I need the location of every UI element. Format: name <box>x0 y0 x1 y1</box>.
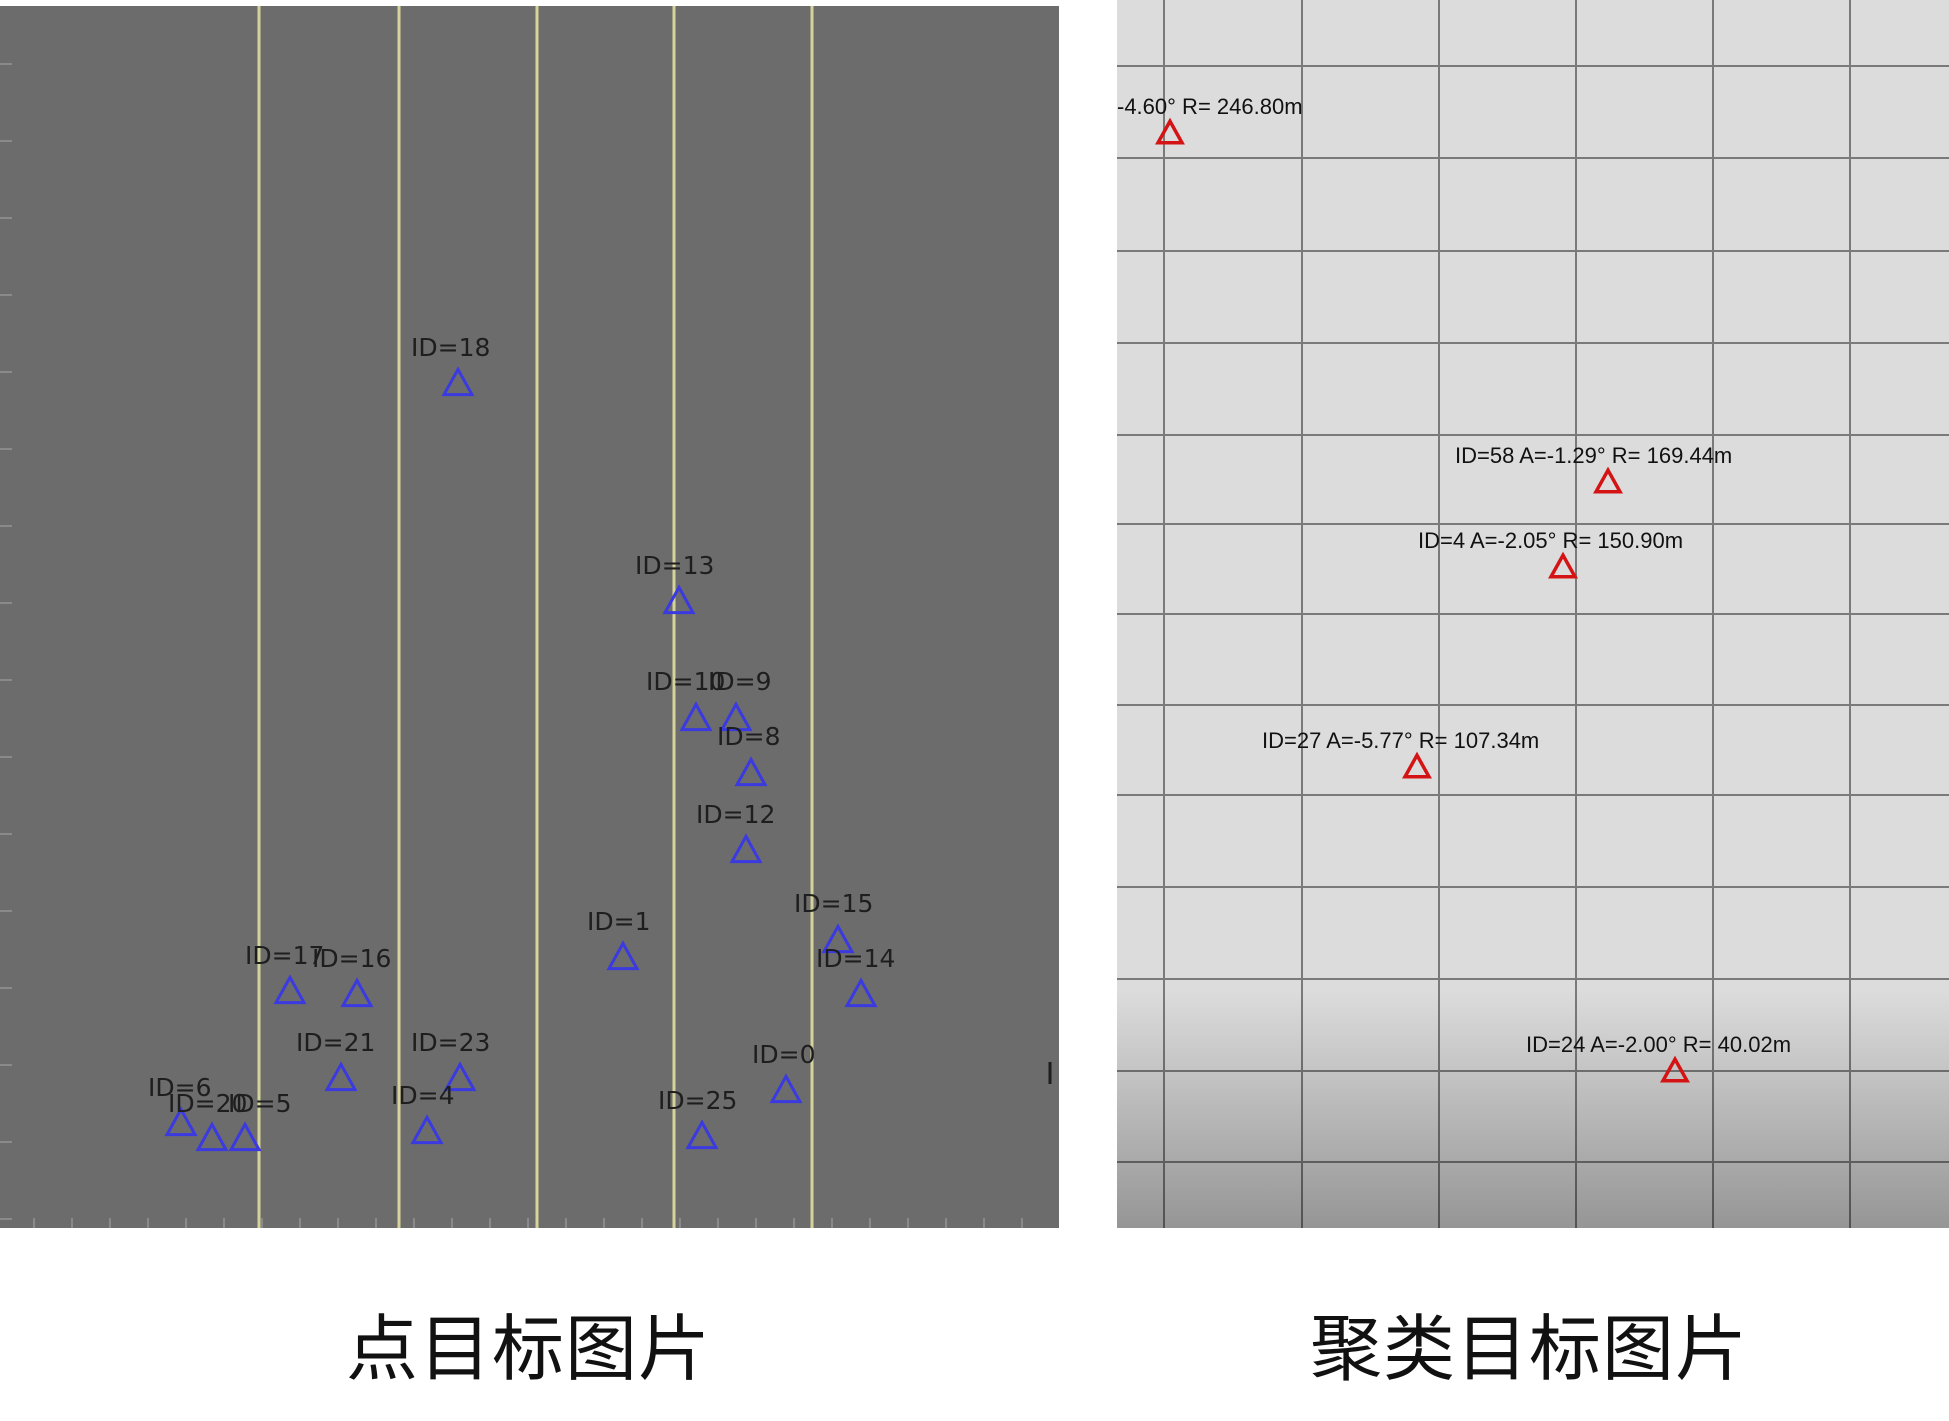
point-target-marker <box>734 756 768 787</box>
point-target-marker <box>662 584 696 615</box>
cluster-target-label: ID=58 A=-1.29° R= 169.44m <box>1455 443 1732 468</box>
cluster-target-marker <box>1402 751 1432 779</box>
point-target-label: ID=21 <box>296 1028 375 1057</box>
point-target-label: ID=0 <box>752 1040 815 1069</box>
point-target-marker <box>679 701 713 732</box>
cluster-target-plot: -4.60° R= 246.80m ID=58 A=-1.29° R= 169.4… <box>1117 0 1949 1228</box>
point-target-marker <box>324 1061 358 1092</box>
cluster-target-caption: 聚类目标图片 <box>1310 1307 1749 1391</box>
point-target-label: ID=14 <box>816 944 895 973</box>
point-target-label: ID=13 <box>635 551 714 580</box>
point-target-marker <box>441 366 475 397</box>
cluster-target-marker <box>1593 466 1623 494</box>
point-target-marker <box>844 977 878 1008</box>
point-target-label: ID=18 <box>411 333 490 362</box>
point-target-marker <box>685 1119 719 1150</box>
cluster-target-label: ID=24 A=-2.00° R= 40.02m <box>1526 1032 1791 1057</box>
point-target-label: ID=8 <box>717 722 780 751</box>
point-target-label: ID=16 <box>312 944 391 973</box>
point-target-label: ID=15 <box>794 889 873 918</box>
point-target-label: ID=4 <box>391 1081 454 1110</box>
bottom-shade <box>1117 990 1949 1228</box>
cluster-target-marker <box>1548 551 1578 579</box>
point-target-caption: 点目标图片 <box>346 1307 712 1391</box>
point-target-label: ID=1 <box>587 907 650 936</box>
point-target-marker <box>606 940 640 971</box>
point-target-marker <box>195 1121 229 1152</box>
point-target-panel: ID=18 ID=13 ID=10 ID=9 ID=8 ID=12 ID=1 ID=15 ID=… <box>0 6 1059 1228</box>
point-target-marker <box>340 977 374 1008</box>
point-target-plot: ID=18ID=13ID=10ID=9ID=8ID=12ID=1ID=15ID=… <box>0 6 1052 1228</box>
cluster-target-marker <box>1155 117 1185 145</box>
point-target-marker <box>729 833 763 864</box>
cluster-target-label: ID=27 A=-5.77° R= 107.34m <box>1262 728 1539 753</box>
cluster-target-label: -4.60° R= 246.80m <box>1117 94 1303 119</box>
point-target-label: ID=5 <box>228 1089 291 1118</box>
point-target-label: ID=25 <box>658 1086 737 1115</box>
cluster-target-panel: -4.60° R= 246.80m ID=58 A=-1.29° R= 169.4… <box>1117 0 1949 1228</box>
point-target-marker <box>228 1121 262 1152</box>
point-target-marker <box>410 1114 444 1145</box>
point-target-marker <box>273 974 307 1005</box>
point-target-label: ID=9 <box>708 667 771 696</box>
cluster-target-label: ID=4 A=-2.05° R= 150.90m <box>1418 528 1683 553</box>
point-target-label: ID=23 <box>411 1028 490 1057</box>
point-target-label: ID=12 <box>696 800 775 829</box>
point-target-marker <box>769 1073 803 1104</box>
